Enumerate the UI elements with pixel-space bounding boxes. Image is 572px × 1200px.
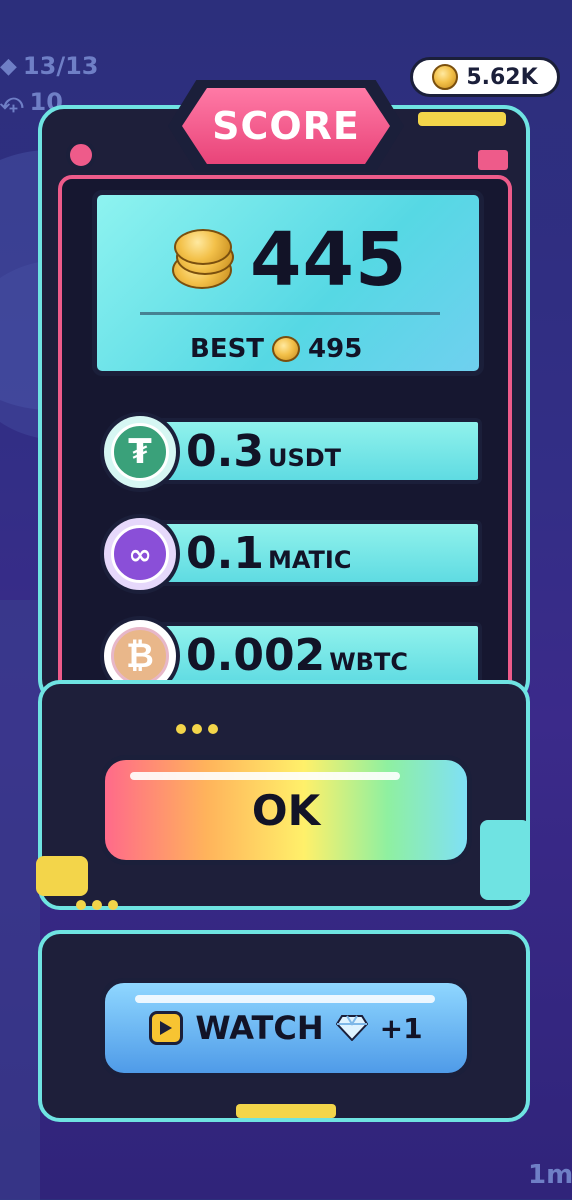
diamond-icon <box>335 1015 368 1041</box>
coin-balance-value: 5.62K <box>466 64 538 90</box>
play-icon <box>149 1011 184 1045</box>
panel-divider <box>140 312 440 315</box>
button-shine <box>135 995 435 1003</box>
coin-icon <box>272 336 301 362</box>
score-display: 445 <box>170 217 420 303</box>
hook-icon: ⤽ <box>0 89 24 115</box>
button-shine <box>130 772 400 780</box>
score-title: SCORE <box>212 104 360 148</box>
reward-value: 0.002 WBTC <box>186 630 408 681</box>
fish-count: 13/13 <box>22 52 99 80</box>
reward-usdt: ₮ 0.3 USDT <box>100 412 482 492</box>
fish-icon: ◆ <box>0 53 17 79</box>
watch-bonus: +1 <box>379 1011 423 1045</box>
frame-decoration <box>236 1104 336 1118</box>
frame-decoration <box>418 112 506 126</box>
reward-amount: 0.1 <box>186 528 264 579</box>
distance-label: 1m <box>528 1160 572 1190</box>
reward-unit: USDT <box>267 444 342 472</box>
ok-label: OK <box>251 785 321 835</box>
watch-label: WATCH <box>195 1009 324 1047</box>
frame-dots <box>176 724 218 734</box>
coin-icon <box>432 64 459 90</box>
best-label: BEST <box>190 334 265 364</box>
score-value: 445 <box>250 217 408 303</box>
reward-unit: MATIC <box>267 546 352 574</box>
reward-value: 0.1 MATIC <box>186 528 351 579</box>
frame-decoration <box>66 140 96 170</box>
frame-decoration <box>478 150 508 170</box>
watch-ad-button[interactable]: WATCH +1 <box>100 978 472 1078</box>
reward-unit: WBTC <box>329 648 408 676</box>
best-value: 495 <box>308 334 363 364</box>
frame-decoration <box>36 856 88 896</box>
reward-amount: 0.002 <box>186 630 326 681</box>
background-rock <box>0 600 40 1200</box>
frame-dots <box>76 900 118 910</box>
coin-stack-icon <box>170 229 236 291</box>
frame-decoration <box>480 820 530 900</box>
score-banner: SCORE <box>182 88 390 164</box>
fish-counter: ◆ 13/13 <box>0 48 98 84</box>
polygon-icon: ∞ <box>100 514 180 594</box>
tether-icon: ₮ <box>100 412 180 492</box>
reward-value: 0.3 USDT <box>186 426 341 477</box>
reward-matic: ∞ 0.1 MATIC <box>100 514 482 594</box>
reward-amount: 0.3 <box>186 426 264 477</box>
best-score: BEST 495 <box>190 334 362 364</box>
coin-balance[interactable]: 5.62K <box>410 57 560 97</box>
